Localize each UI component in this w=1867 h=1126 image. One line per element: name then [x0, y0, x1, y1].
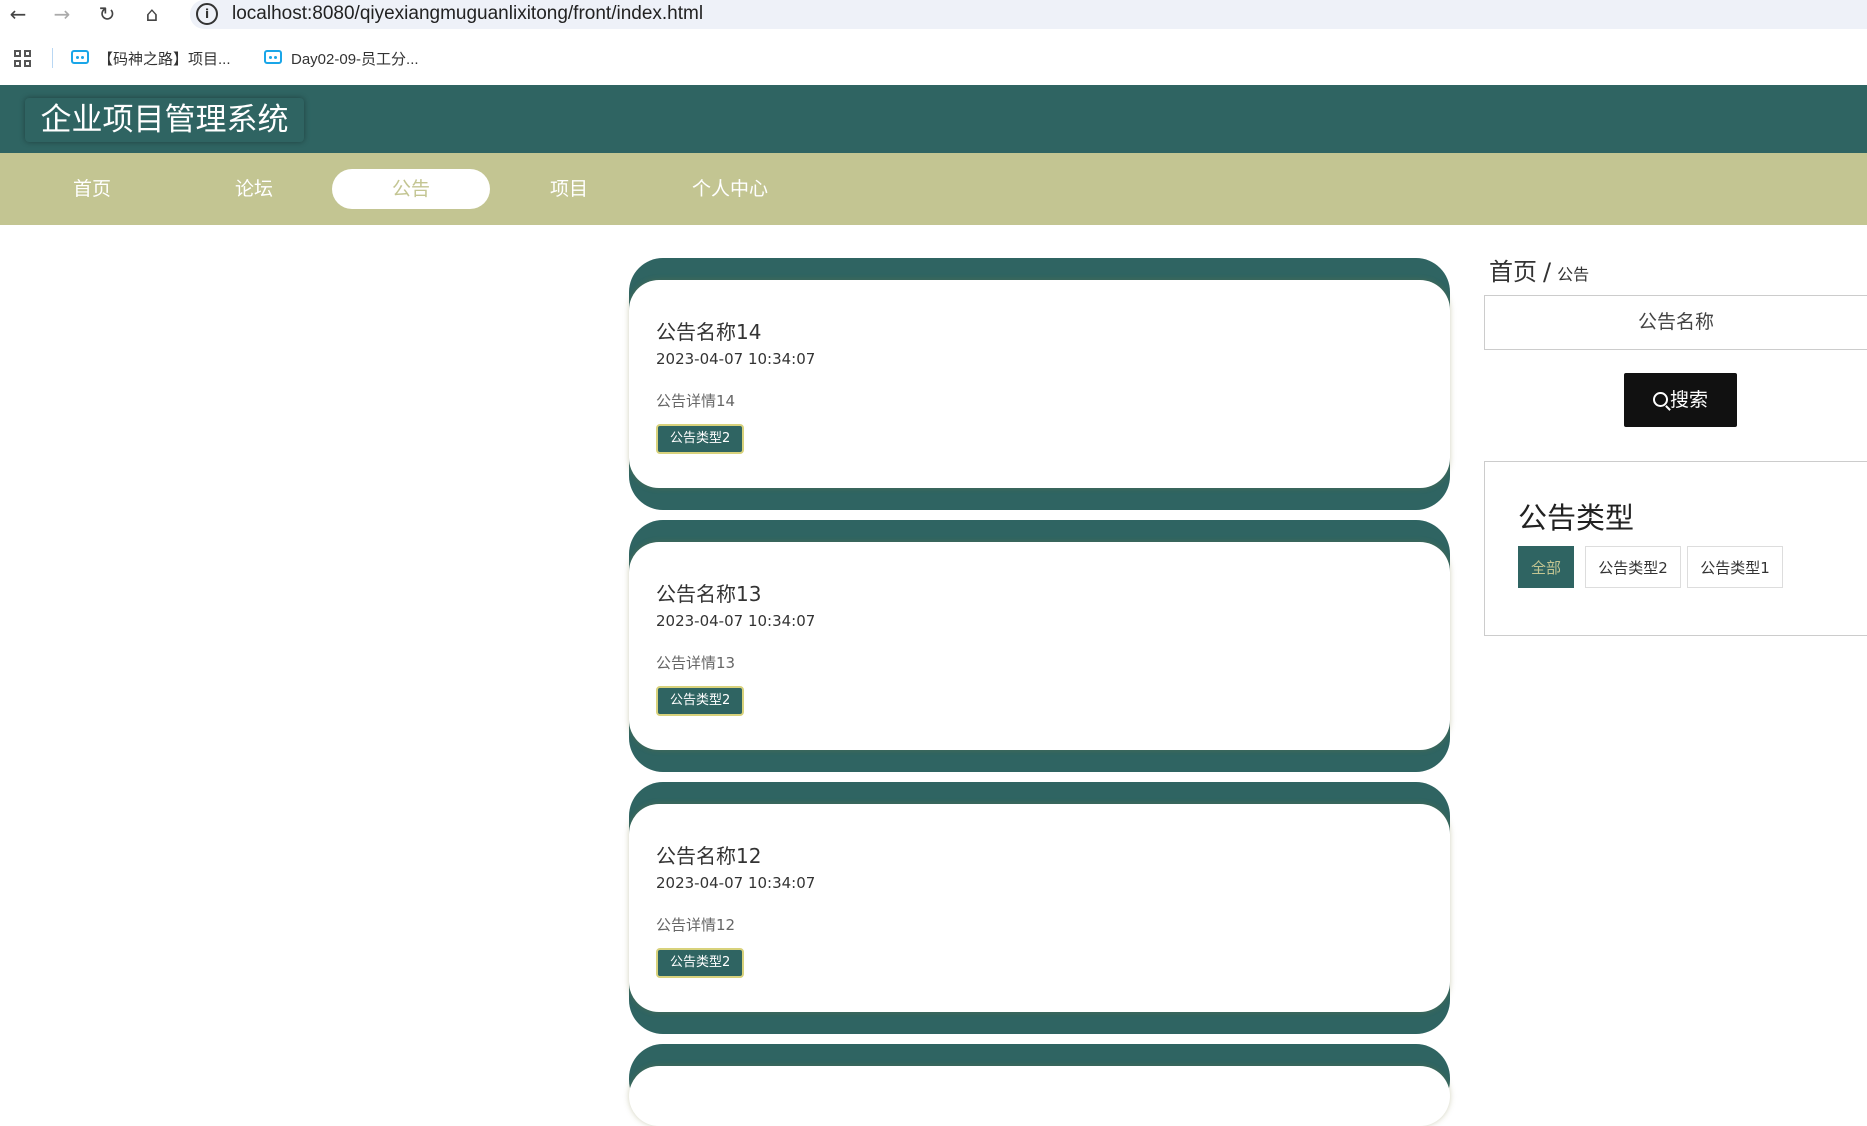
notice-title[interactable]: 公告名称14 [656, 316, 761, 345]
notice-card-body: 公告名称12 2023-04-07 10:34:07 公告详情12 公告类型2 [629, 804, 1450, 1012]
reload-icon[interactable]: ↻ [95, 2, 119, 26]
site-title: 企业项目管理系统 [25, 98, 304, 142]
bilibili-icon [264, 50, 282, 64]
type-filter-type2[interactable]: 公告类型2 [1585, 546, 1681, 588]
breadcrumb: 首页 / 公告 [1489, 252, 1589, 287]
notice-card[interactable]: 公告名称14 2023-04-07 10:34:07 公告详情14 公告类型2 [629, 258, 1450, 510]
home-icon[interactable]: ⌂ [140, 2, 164, 26]
bookmarks-divider [52, 48, 53, 68]
search-button[interactable]: 搜索 [1624, 373, 1737, 427]
site-info-icon[interactable]: i [196, 3, 218, 25]
nav-home[interactable]: 首页 [42, 169, 142, 209]
notice-card-partial[interactable] [629, 1044, 1450, 1126]
nav-notice[interactable]: 公告 [332, 169, 490, 209]
notice-type-tag: 公告类型2 [656, 948, 745, 978]
url-text[interactable]: localhost:8080/qiyexiangmuguanlixitong/f… [232, 3, 703, 25]
notice-detail: 公告详情12 [656, 916, 736, 934]
apps-grid-icon[interactable] [14, 50, 32, 68]
search-button-label: 搜索 [1669, 389, 1708, 411]
nav-project[interactable]: 项目 [519, 169, 619, 209]
type-filter-title: 公告类型 [1518, 501, 1635, 535]
forward-arrow-icon[interactable]: → [50, 2, 74, 26]
notice-title[interactable]: 公告名称12 [656, 840, 761, 869]
notice-title[interactable]: 公告名称13 [656, 578, 761, 607]
browser-toolbar: ← → ↻ ⌂ i localhost:8080/qiyexiangmuguan… [0, 0, 1867, 29]
search-input[interactable]: 公告名称 [1484, 295, 1867, 350]
notice-card-body: 公告名称14 2023-04-07 10:34:07 公告详情14 公告类型2 [629, 280, 1450, 488]
search-icon [1652, 392, 1668, 407]
type-filter-type1[interactable]: 公告类型1 [1687, 546, 1783, 588]
breadcrumb-separator: / [1543, 258, 1552, 286]
bookmark-1[interactable]: 【码神之路】项目... [98, 48, 231, 69]
nav-profile[interactable]: 个人中心 [680, 169, 780, 209]
notice-date: 2023-04-07 10:34:07 [656, 350, 816, 368]
type-filter-all[interactable]: 全部 [1518, 546, 1574, 588]
notice-date: 2023-04-07 10:34:07 [656, 874, 816, 892]
bilibili-icon [71, 50, 89, 64]
bookmark-2[interactable]: Day02-09-员工分... [291, 48, 419, 69]
notice-card-body: 公告名称13 2023-04-07 10:34:07 公告详情13 公告类型2 [629, 542, 1450, 750]
notice-type-tag: 公告类型2 [656, 686, 745, 716]
notice-card-body [629, 1066, 1450, 1126]
notice-date: 2023-04-07 10:34:07 [656, 612, 816, 630]
notice-card[interactable]: 公告名称12 2023-04-07 10:34:07 公告详情12 公告类型2 [629, 782, 1450, 1034]
notice-card[interactable]: 公告名称13 2023-04-07 10:34:07 公告详情13 公告类型2 [629, 520, 1450, 772]
notice-detail: 公告详情13 [656, 654, 736, 672]
breadcrumb-home[interactable]: 首页 [1489, 258, 1537, 286]
back-arrow-icon[interactable]: ← [6, 2, 30, 26]
nav-forum[interactable]: 论坛 [204, 169, 304, 209]
notice-detail: 公告详情14 [656, 392, 736, 410]
breadcrumb-current: 公告 [1557, 265, 1590, 284]
notice-type-tag: 公告类型2 [656, 424, 745, 454]
